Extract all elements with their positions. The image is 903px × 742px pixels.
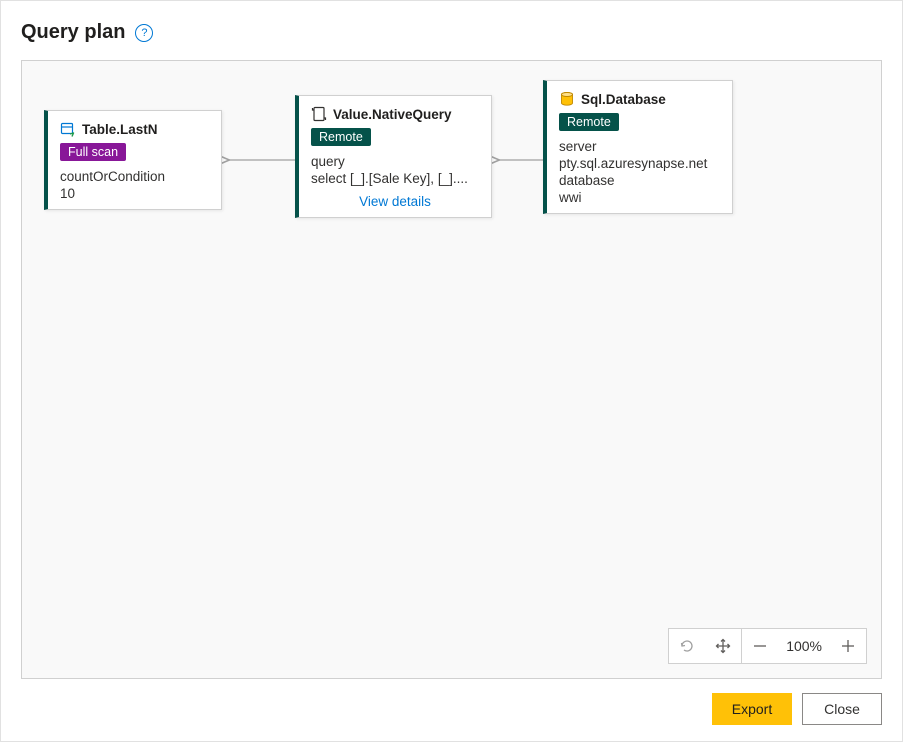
node-field-label: countOrCondition	[60, 169, 209, 184]
query-plan-dialog: Query plan ? Table.LastN Full s	[0, 0, 903, 742]
fit-to-screen-button[interactable]	[705, 629, 741, 663]
dialog-header: Query plan ?	[21, 21, 882, 44]
node-title-row: Value.NativeQuery	[311, 106, 479, 122]
plan-node-native-query[interactable]: Value.NativeQuery Remote query select [_…	[295, 95, 492, 218]
zoom-out-button[interactable]	[742, 629, 778, 663]
plan-canvas[interactable]: Table.LastN Full scan countOrCondition 1…	[21, 60, 882, 679]
full-scan-badge: Full scan	[60, 143, 126, 161]
node-field-label: database	[559, 173, 720, 188]
help-icon[interactable]: ?	[135, 24, 153, 42]
table-icon	[60, 121, 76, 137]
view-details-link[interactable]: View details	[311, 194, 479, 209]
plan-node-table-lastn[interactable]: Table.LastN Full scan countOrCondition 1…	[44, 110, 222, 210]
node-title-row: Table.LastN	[60, 121, 209, 137]
zoom-toolbar: 100%	[668, 628, 867, 664]
node-field-label: server	[559, 139, 720, 154]
dialog-title: Query plan	[21, 21, 125, 44]
node-field-value: wwi	[559, 190, 720, 205]
database-icon	[559, 91, 575, 107]
remote-badge: Remote	[311, 128, 371, 146]
zoom-level: 100%	[778, 638, 830, 654]
node-field-value: select [_].[Sale Key], [_]....	[311, 171, 479, 186]
plan-node-sql-database[interactable]: Sql.Database Remote server pty.sql.azure…	[543, 80, 733, 214]
node-field-label: query	[311, 154, 479, 169]
node-title-row: Sql.Database	[559, 91, 720, 107]
script-icon	[311, 106, 327, 122]
remote-badge: Remote	[559, 113, 619, 131]
close-button[interactable]: Close	[802, 693, 882, 725]
zoom-in-button[interactable]	[830, 629, 866, 663]
node-title: Value.NativeQuery	[333, 107, 452, 122]
reset-view-button[interactable]	[669, 629, 705, 663]
node-field-value: 10	[60, 186, 209, 201]
export-button[interactable]: Export	[712, 693, 792, 725]
node-title: Sql.Database	[581, 92, 666, 107]
node-field-value: pty.sql.azuresynapse.net	[559, 156, 720, 171]
dialog-footer: Export Close	[21, 693, 882, 725]
node-title: Table.LastN	[82, 122, 158, 137]
